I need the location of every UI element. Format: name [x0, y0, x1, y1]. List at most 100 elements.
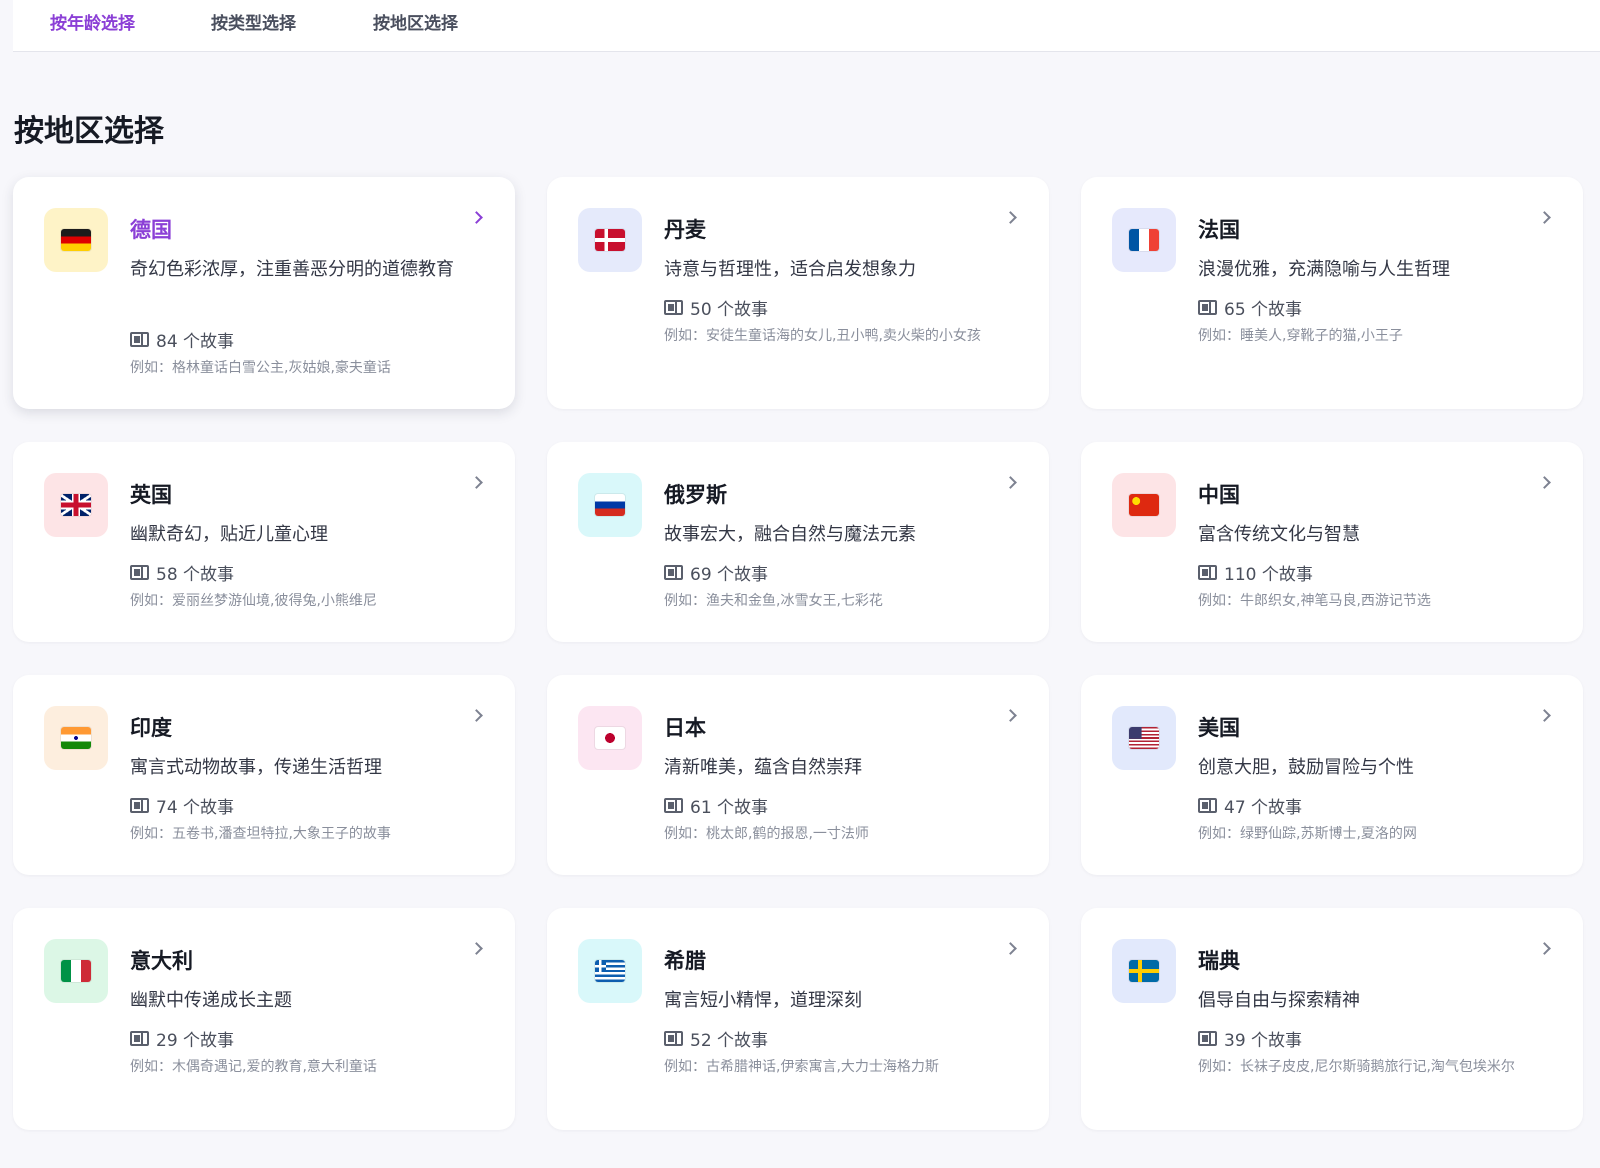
- story-examples: 例如：五卷书,潘查坦特拉,大象王子的故事: [130, 826, 391, 842]
- book-icon: [1198, 299, 1217, 315]
- greece-flag-icon: [595, 960, 625, 982]
- story-examples: 例如：渔夫和金鱼,冰雪女王,七彩花: [664, 593, 883, 609]
- story-count: 84 个故事: [156, 331, 235, 352]
- book-icon: [664, 797, 683, 813]
- story-examples: 例如：古希腊神话,伊索寓言,大力士海格力斯: [664, 1059, 939, 1075]
- story-examples: 例如：安徒生童话海的女儿,丑小鸭,卖火柴的小女孩: [664, 328, 981, 344]
- region-name: 希腊: [664, 949, 706, 973]
- tab-by-type[interactable]: 按类型选择: [211, 9, 296, 34]
- region-description: 诗意与哲理性，适合启发想象力: [664, 259, 916, 280]
- story-count-row: 52 个故事: [664, 1027, 769, 1051]
- book-icon: [130, 1030, 149, 1046]
- story-count: 47 个故事: [1224, 797, 1303, 818]
- denmark-flag-icon: [595, 229, 625, 251]
- book-icon: [664, 564, 683, 580]
- flag-badge: [1112, 208, 1176, 272]
- region-description: 创意大胆，鼓励冒险与个性: [1198, 757, 1414, 778]
- chevron-right-icon[interactable]: [470, 476, 483, 489]
- book-icon: [1198, 1030, 1217, 1046]
- flag-badge: [1112, 706, 1176, 770]
- flag-badge: [44, 939, 108, 1003]
- chevron-right-icon[interactable]: [1538, 476, 1551, 489]
- region-description: 故事宏大，融合自然与魔法元素: [664, 524, 916, 545]
- story-count: 110 个故事: [1224, 564, 1313, 585]
- book-icon: [130, 797, 149, 813]
- region-description: 幽默中传递成长主题: [130, 990, 292, 1011]
- chevron-right-icon[interactable]: [1004, 942, 1017, 955]
- region-card[interactable]: 俄罗斯故事宏大，融合自然与魔法元素 69 个故事例如：渔夫和金鱼,冰雪女王,七彩花: [547, 442, 1049, 642]
- flag-badge: [578, 473, 642, 537]
- chevron-right-icon[interactable]: [1004, 211, 1017, 224]
- russia-flag-icon: [595, 494, 625, 516]
- story-count-row: 65 个故事: [1198, 296, 1302, 320]
- region-card[interactable]: 希腊寓言短小精悍，道理深刻 52 个故事例如：古希腊神话,伊索寓言,大力士海格力斯: [547, 908, 1049, 1130]
- region-name: 法国: [1198, 218, 1240, 242]
- region-card[interactable]: 英国 幽默奇幻，贴近儿童心理 58 个故事 例如：爱丽丝梦游仙境,彼得兔,小熊维尼: [13, 442, 515, 642]
- chevron-right-icon[interactable]: [470, 211, 483, 224]
- story-count-row: 58 个故事: [130, 561, 235, 585]
- story-count-row: 110 个故事: [1198, 561, 1313, 585]
- region-card[interactable]: 意大利 幽默中传递成长主题 29 个故事 例如：木偶奇遇记,爱的教育,意大利童话: [13, 908, 515, 1130]
- region-description: 寓言式动物故事，传递生活哲理: [130, 757, 382, 778]
- region-card[interactable]: 美国 创意大胆，鼓励冒险与个性 47 个故事 例如：绿野仙踪,苏斯博士,夏洛的网: [1081, 675, 1583, 875]
- flag-badge: [578, 706, 642, 770]
- usa-flag-icon: [1129, 727, 1159, 749]
- region-name: 俄罗斯: [664, 483, 727, 507]
- story-examples: 例如：长袜子皮皮,尼尔斯骑鹅旅行记,淘气包埃米尔: [1198, 1059, 1515, 1075]
- story-examples: 例如：格林童话白雪公主,灰姑娘,豪夫童话: [130, 360, 391, 376]
- story-count: 52 个故事: [690, 1030, 769, 1051]
- italy-flag-icon: [61, 960, 91, 982]
- region-description: 寓言短小精悍，道理深刻: [664, 990, 862, 1011]
- chevron-right-icon[interactable]: [1538, 942, 1551, 955]
- region-card[interactable]: 印度 寓言式动物故事，传递生活哲理 74 个故事 例如：五卷书,潘查坦特拉,大象王子的…: [13, 675, 515, 875]
- region-card[interactable]: 丹麦诗意与哲理性，适合启发想象力 50 个故事例如：安徒生童话海的女儿,丑小鸭,卖…: [547, 177, 1049, 409]
- chevron-right-icon[interactable]: [470, 942, 483, 955]
- book-icon: [130, 331, 149, 347]
- chevron-right-icon[interactable]: [1538, 709, 1551, 722]
- chevron-right-icon[interactable]: [1004, 476, 1017, 489]
- region-description: 幽默奇幻，贴近儿童心理: [130, 524, 328, 545]
- story-count-row: 84 个故事: [130, 328, 235, 352]
- book-icon: [1198, 797, 1217, 813]
- chevron-right-icon[interactable]: [1538, 211, 1551, 224]
- region-card[interactable]: 瑞典 倡导自由与探索精神 39 个故事 例如：长袜子皮皮,尼尔斯骑鹅旅行记,淘气包埃米…: [1081, 908, 1583, 1130]
- book-icon: [664, 1030, 683, 1046]
- tab-by-region[interactable]: 按地区选择: [373, 9, 458, 34]
- story-count: 58 个故事: [156, 564, 235, 585]
- region-description: 清新唯美，蕴含自然崇拜: [664, 757, 862, 778]
- book-icon: [1198, 564, 1217, 580]
- chevron-right-icon[interactable]: [470, 709, 483, 722]
- region-name: 日本: [664, 716, 706, 740]
- story-count-row: 50 个故事: [664, 296, 768, 320]
- region-name: 瑞典: [1198, 949, 1240, 973]
- sweden-flag-icon: [1129, 960, 1159, 982]
- story-count-row: 29 个故事: [130, 1027, 234, 1051]
- story-examples: 例如：牛郎织女,神笔马良,西游记节选: [1198, 593, 1431, 609]
- region-description: 奇幻色彩浓厚，注重善恶分明的道德教育: [130, 259, 454, 280]
- region-card[interactable]: 德国奇幻色彩浓厚，注重善恶分明的道德教育 84 个故事例如：格林童话白雪公主,灰姑…: [13, 177, 515, 409]
- flag-badge: [578, 208, 642, 272]
- region-name: 意大利: [130, 949, 193, 973]
- story-examples: 例如：爱丽丝梦游仙境,彼得兔,小熊维尼: [130, 593, 377, 609]
- story-count: 39 个故事: [1224, 1030, 1303, 1051]
- region-card[interactable]: 法国 浪漫优雅，充满隐喻与人生哲理 65 个故事 例如：睡美人,穿靴子的猫,小王子: [1081, 177, 1583, 409]
- story-count-row: 39 个故事: [1198, 1027, 1303, 1051]
- region-card[interactable]: 日本 清新唯美，蕴含自然崇拜 61 个故事 例如：桃太郎,鹤的报恩,一寸法师: [547, 675, 1049, 875]
- region-card[interactable]: 中国 富含传统文化与智慧 110 个故事 例如：牛郎织女,神笔马良,西游记节选: [1081, 442, 1583, 642]
- region-description: 浪漫优雅，充满隐喻与人生哲理: [1198, 259, 1450, 280]
- chevron-right-icon[interactable]: [1004, 709, 1017, 722]
- tab-by-age[interactable]: 按年龄选择: [50, 9, 135, 34]
- book-icon: [130, 564, 149, 580]
- story-count: 61 个故事: [690, 797, 769, 818]
- region-name: 德国: [130, 218, 172, 242]
- china-flag-icon: [1129, 494, 1159, 516]
- region-name: 丹麦: [664, 218, 706, 242]
- region-name: 印度: [130, 716, 172, 740]
- france-flag-icon: [1129, 229, 1159, 251]
- story-examples: 例如：绿野仙踪,苏斯博士,夏洛的网: [1198, 826, 1417, 842]
- flag-badge: [1112, 939, 1176, 1003]
- india-flag-icon: [61, 727, 91, 749]
- filter-tabs: 按年龄选择 按类型选择 按地区选择: [13, 0, 1600, 52]
- story-count-row: 69 个故事: [664, 561, 768, 585]
- germany-flag-icon: [61, 229, 91, 251]
